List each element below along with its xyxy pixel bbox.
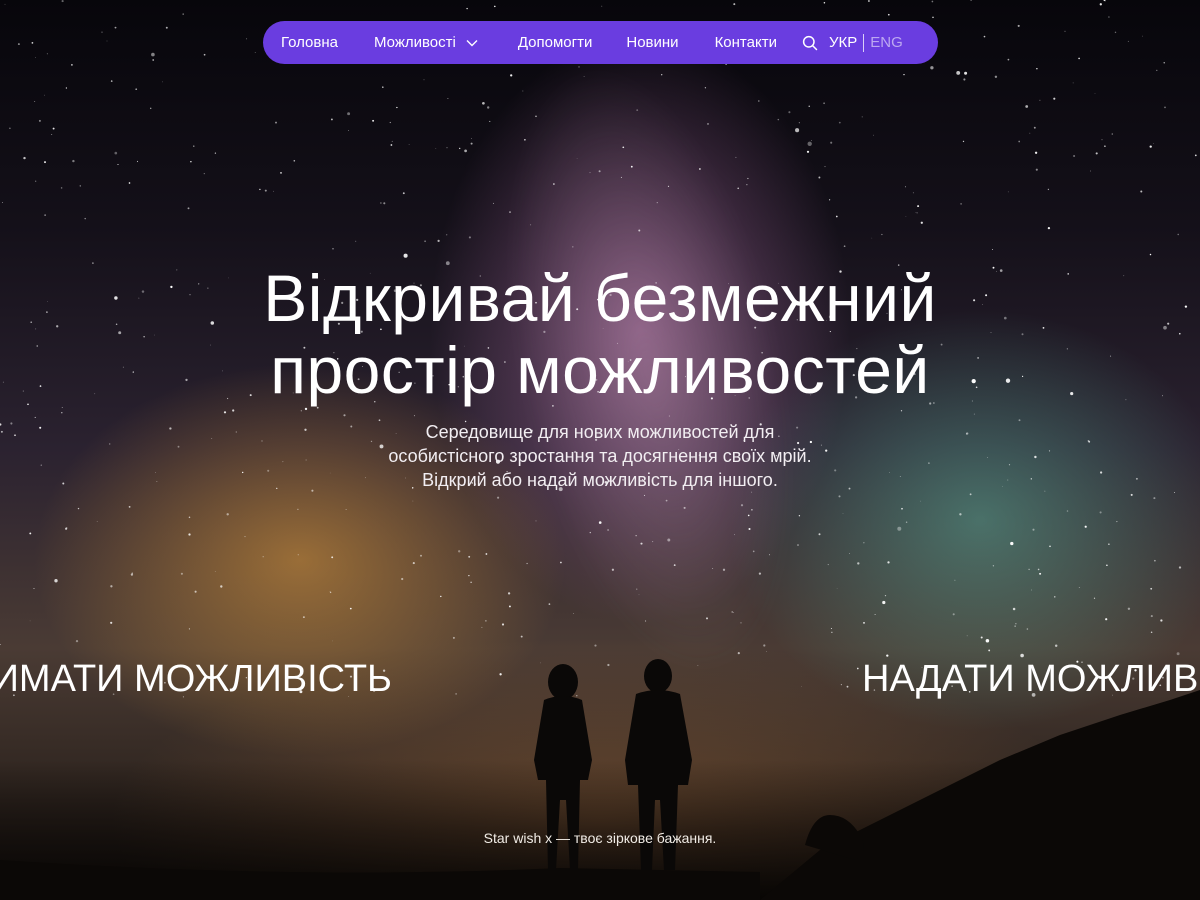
get-opportunity-link[interactable]: ОТРИМАТИ МОЖЛИВІСТЬ (0, 658, 392, 701)
give-opportunity-link[interactable]: НАДАТИ МОЖЛИВІСТЬ (862, 658, 1200, 701)
tagline: Star wish x — твоє зіркове бажання. (483, 830, 717, 846)
silhouette-scene (0, 659, 1200, 900)
hero-section: Головна Можливості Допомогти Новини Конт… (0, 0, 1200, 900)
